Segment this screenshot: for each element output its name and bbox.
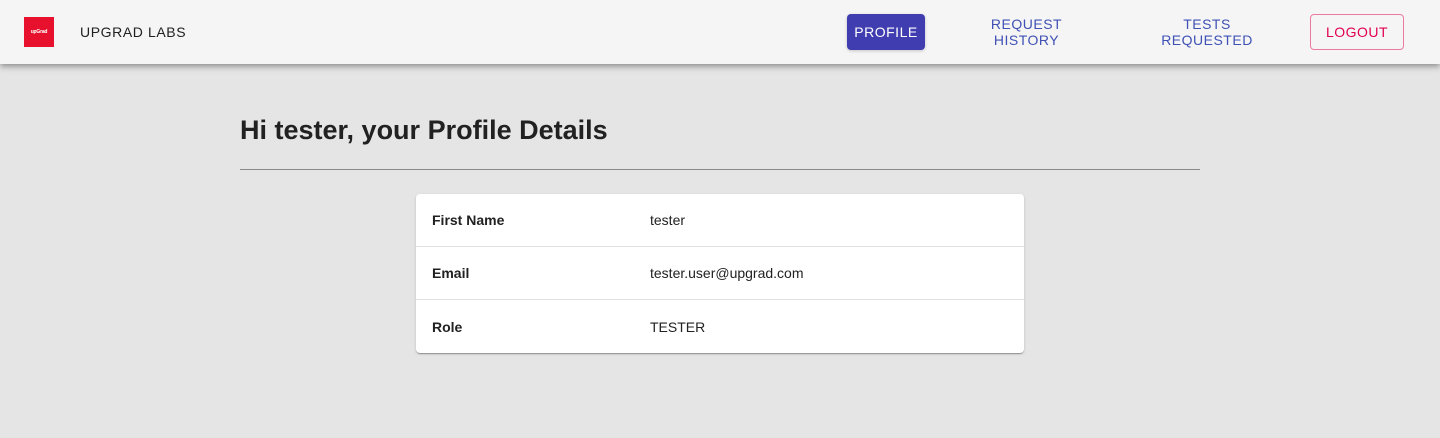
profile-row-email: Email tester.user@upgrad.com: [416, 247, 1024, 300]
role-value: TESTER: [650, 318, 706, 335]
email-value: tester.user@upgrad.com: [650, 265, 804, 281]
profile-row-role: Role TESTER: [416, 300, 1024, 353]
upgrad-logo[interactable]: upGrad: [24, 17, 54, 47]
title-divider: [240, 169, 1200, 170]
logout-button[interactable]: LOGOUT: [1310, 14, 1404, 50]
first-name-label: First Name: [432, 212, 505, 228]
request-history-button[interactable]: REQUEST HISTORY: [949, 14, 1104, 50]
profile-row-first-name: First Name tester: [416, 194, 1024, 247]
profile-button[interactable]: PROFILE: [847, 14, 925, 50]
page-title: Hi tester, your Profile Details: [240, 115, 608, 145]
brand-title: UPGRAD LABS: [80, 24, 187, 40]
first-name-value: tester: [650, 212, 686, 228]
profile-details-card: First Name tester Email tester.user@upgr…: [416, 194, 1024, 353]
role-label: Role: [432, 318, 463, 335]
logo-text: upGrad: [30, 29, 48, 35]
tests-requested-button[interactable]: TESTS REQUESTED: [1128, 14, 1286, 50]
email-label: Email: [432, 265, 470, 281]
app-bar: upGrad UPGRAD LABS PROFILE REQUEST HISTO…: [0, 0, 1440, 64]
